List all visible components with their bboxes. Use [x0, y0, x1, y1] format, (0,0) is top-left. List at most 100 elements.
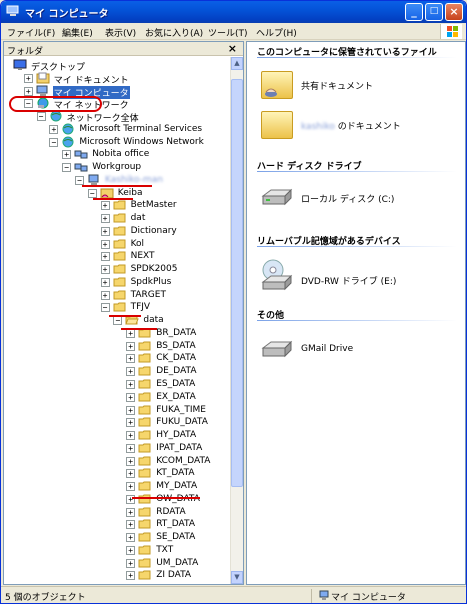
expand-icon[interactable]: +	[126, 328, 136, 338]
expand-icon[interactable]: +	[126, 405, 136, 415]
network-globe-icon	[61, 123, 75, 135]
menu-tools[interactable]: ツール(T)	[208, 26, 248, 39]
scrollbar-thumb[interactable]	[231, 79, 243, 487]
folder-icon	[138, 404, 152, 416]
expand-icon[interactable]: +	[100, 252, 110, 262]
folders-pane-header: フォルダ ×	[4, 42, 243, 57]
menu-file[interactable]: ファイル(F)	[7, 26, 55, 39]
tree-item-label: UM_DATA	[156, 557, 199, 568]
collapse-icon[interactable]: −	[100, 303, 110, 313]
expand-icon[interactable]: +	[100, 201, 110, 211]
folder-icon	[113, 199, 127, 211]
close-button[interactable]: ×	[445, 3, 463, 21]
expand-icon[interactable]: +	[126, 545, 136, 555]
user-documents-item[interactable]: kashiko のドキュメント	[257, 107, 462, 147]
tree-item-label: EX_DATA	[156, 391, 196, 402]
expand-icon[interactable]: +	[23, 86, 33, 96]
folder-icon	[113, 289, 127, 301]
folder-icon	[138, 378, 152, 390]
shared-documents-icon	[261, 71, 293, 99]
expand-icon[interactable]: +	[126, 431, 136, 441]
tree-item-label: Kashiko-man	[105, 174, 163, 185]
expand-icon[interactable]: +	[126, 456, 136, 466]
gmail-drive-item[interactable]: GMail Drive	[257, 332, 462, 372]
tree-item-label: Keiba	[117, 187, 143, 198]
expand-icon[interactable]: +	[126, 520, 136, 530]
collapse-icon[interactable]: −	[75, 175, 84, 185]
folder-icon	[113, 263, 127, 275]
collapse-icon[interactable]: −	[113, 316, 123, 326]
tree-item-label: BS_DATA	[156, 340, 196, 351]
expand-icon[interactable]: +	[126, 507, 136, 517]
expand-icon[interactable]: +	[100, 265, 110, 275]
expand-icon[interactable]: +	[126, 443, 136, 453]
scroll-down-icon[interactable]: ▼	[231, 571, 243, 584]
expand-icon[interactable]: +	[126, 418, 136, 428]
folder-icon	[138, 569, 152, 581]
content-pane: このコンピュータに保管されているファイル 共有ドキュメント kashiko のド…	[246, 41, 466, 585]
explorer-window: マイ コンピュータ _ □ × ファイル(F) 編集(E) 表示(V) お気に入…	[0, 0, 467, 604]
expand-icon[interactable]: +	[100, 214, 110, 224]
menu-favorites[interactable]: お気に入り(A)	[145, 26, 203, 39]
collapse-icon[interactable]: −	[62, 163, 72, 173]
tree-item-label: ZI DATA	[156, 570, 192, 581]
workgroup-icon	[74, 148, 88, 160]
tree-item-label: BetMaster	[130, 200, 177, 211]
close-pane-icon[interactable]: ×	[228, 42, 237, 55]
minimize-button[interactable]: _	[405, 3, 423, 21]
tree-item-label: FUKA_TIME	[156, 404, 206, 415]
group-divider	[257, 320, 457, 321]
status-location: マイ コンピュータ	[331, 593, 406, 603]
folder-icon	[113, 250, 127, 262]
item-label: 共有ドキュメント	[301, 82, 374, 92]
tree-item-label: Kol	[130, 238, 145, 249]
menu-help[interactable]: ヘルプ(H)	[256, 26, 297, 39]
tree-item-label: TXT	[156, 544, 174, 555]
folder-icon	[138, 340, 152, 352]
my-computer-icon	[319, 590, 329, 600]
collapse-icon[interactable]: −	[49, 137, 59, 147]
shared-documents-item[interactable]: 共有ドキュメント	[257, 67, 462, 107]
annotation-underline	[121, 328, 157, 330]
expand-icon[interactable]: +	[126, 533, 136, 543]
expand-icon[interactable]: +	[126, 558, 136, 568]
folders-pane: フォルダ × デスクトップ + マイ ドキュメント + マイ コンピュータ − マイ ネット…	[3, 41, 244, 585]
user-documents-icon	[261, 111, 293, 139]
expand-icon[interactable]: +	[126, 341, 136, 351]
expand-icon[interactable]: +	[100, 226, 110, 236]
title-bar[interactable]: マイ コンピュータ _ □ ×	[1, 1, 466, 23]
folder-icon	[113, 225, 127, 237]
expand-icon[interactable]: +	[126, 367, 136, 377]
menu-edit[interactable]: 編集(E)	[62, 26, 93, 39]
folder-tree: デスクトップ + マイ ドキュメント + マイ コンピュータ − マイ ネットワーク − ネット…	[4, 57, 230, 584]
tree-item-label: MY_DATA	[156, 481, 198, 492]
expand-icon[interactable]: +	[49, 124, 59, 134]
collapse-icon[interactable]: −	[87, 188, 97, 198]
expand-icon[interactable]: +	[126, 469, 136, 479]
scroll-up-icon[interactable]: ▲	[231, 57, 243, 70]
expand-icon[interactable]: +	[126, 392, 136, 402]
expand-icon[interactable]: +	[100, 277, 110, 287]
expand-icon[interactable]: +	[126, 482, 136, 492]
local-disk-item[interactable]: ローカル ディスク (C:)	[257, 180, 462, 220]
status-bar: 5 個のオブジェクト マイ コンピュータ	[1, 586, 466, 603]
expand-icon[interactable]: +	[126, 571, 136, 581]
expand-icon[interactable]: +	[126, 380, 136, 389]
tree-item-label: IPAT_DATA	[156, 442, 203, 453]
tree-item-label: TFJV	[130, 302, 151, 313]
tree-item-label: Dictionary	[130, 225, 177, 236]
collapse-icon[interactable]: −	[36, 112, 46, 122]
menu-view[interactable]: 表示(V)	[105, 26, 136, 39]
folder-icon	[138, 544, 152, 556]
my-computer-icon	[36, 85, 50, 97]
folder-tree-scrollbar[interactable]: ▲ ▼	[230, 57, 243, 584]
expand-icon[interactable]: +	[23, 73, 33, 83]
expand-icon[interactable]: +	[100, 239, 110, 249]
expand-icon[interactable]: +	[62, 150, 72, 160]
expand-icon[interactable]: +	[100, 290, 110, 300]
dvd-drive-item[interactable]: DVD-RW ドライブ (E:)	[257, 254, 462, 294]
maximize-button[interactable]: □	[425, 3, 443, 21]
tree-item-label: DE_DATA	[156, 366, 197, 377]
expand-icon[interactable]: +	[126, 354, 136, 364]
tree-item-label: KCOM_DATA	[156, 455, 211, 466]
